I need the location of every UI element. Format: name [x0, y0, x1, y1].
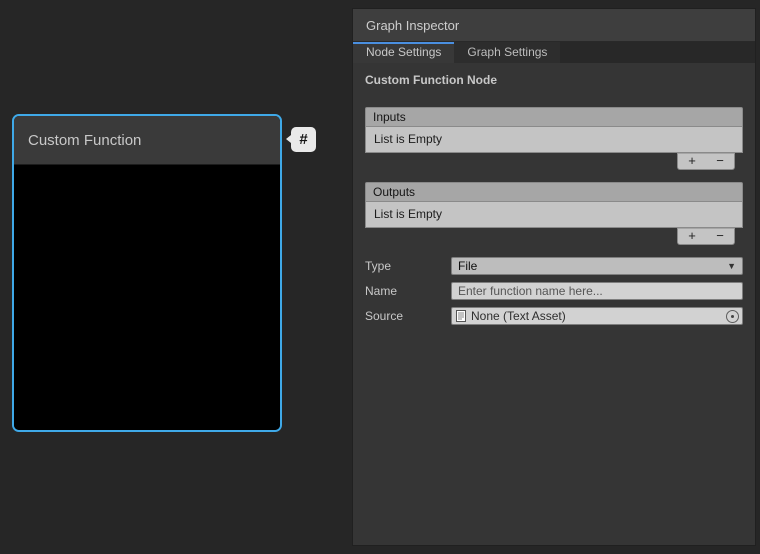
name-field-wrap — [451, 282, 743, 300]
outputs-add-button[interactable]: + — [678, 229, 706, 244]
name-field-row: Name — [365, 282, 743, 300]
node-header[interactable]: Custom Function — [14, 116, 280, 165]
type-label: Type — [365, 259, 451, 273]
inputs-list: Inputs List is Empty + − — [365, 107, 743, 170]
outputs-list-footer: + − — [677, 228, 735, 245]
shader-graph-canvas[interactable]: Custom Function # — [0, 0, 352, 554]
source-object-value: None (Text Asset) — [471, 309, 566, 323]
source-object-field[interactable]: None (Text Asset) — [451, 307, 743, 325]
node-settings-fields: Type File ▼ Name Source — [365, 257, 743, 325]
inputs-list-empty-row: List is Empty — [365, 127, 743, 153]
object-picker-icon[interactable] — [726, 310, 739, 323]
node-hash-badge[interactable]: # — [291, 127, 316, 152]
graph-inspector-title: Graph Inspector — [366, 18, 459, 33]
chevron-down-icon: ▼ — [727, 261, 736, 271]
tab-graph-settings[interactable]: Graph Settings — [454, 42, 560, 63]
outputs-list: Outputs List is Empty + − — [365, 182, 743, 245]
custom-function-node[interactable]: Custom Function — [12, 114, 282, 432]
tab-node-settings[interactable]: Node Settings — [353, 42, 454, 63]
name-label: Name — [365, 284, 451, 298]
type-dropdown-value: File — [458, 259, 477, 273]
text-asset-icon — [455, 310, 467, 322]
type-field-row: Type File ▼ — [365, 257, 743, 275]
type-dropdown[interactable]: File ▼ — [451, 257, 743, 275]
outputs-list-header: Outputs — [365, 182, 743, 202]
inspector-body: Custom Function Node Inputs List is Empt… — [353, 63, 755, 325]
inputs-list-footer: + − — [677, 153, 735, 170]
inputs-remove-button[interactable]: − — [706, 154, 734, 169]
section-title-custom-function-node: Custom Function Node — [365, 73, 743, 87]
node-preview-area — [14, 165, 280, 432]
graph-inspector-panel: Graph Inspector Node Settings Graph Sett… — [352, 8, 756, 546]
graph-inspector-titlebar: Graph Inspector — [353, 9, 755, 42]
source-field-row: Source None (Text Asset) — [365, 307, 743, 325]
function-name-input[interactable] — [451, 282, 743, 300]
source-label: Source — [365, 309, 451, 323]
outputs-remove-button[interactable]: − — [706, 229, 734, 244]
node-title: Custom Function — [28, 132, 141, 149]
inspector-tab-bar: Node Settings Graph Settings — [353, 42, 755, 63]
inputs-list-header: Inputs — [365, 107, 743, 127]
inputs-add-button[interactable]: + — [678, 154, 706, 169]
outputs-list-empty-row: List is Empty — [365, 202, 743, 228]
